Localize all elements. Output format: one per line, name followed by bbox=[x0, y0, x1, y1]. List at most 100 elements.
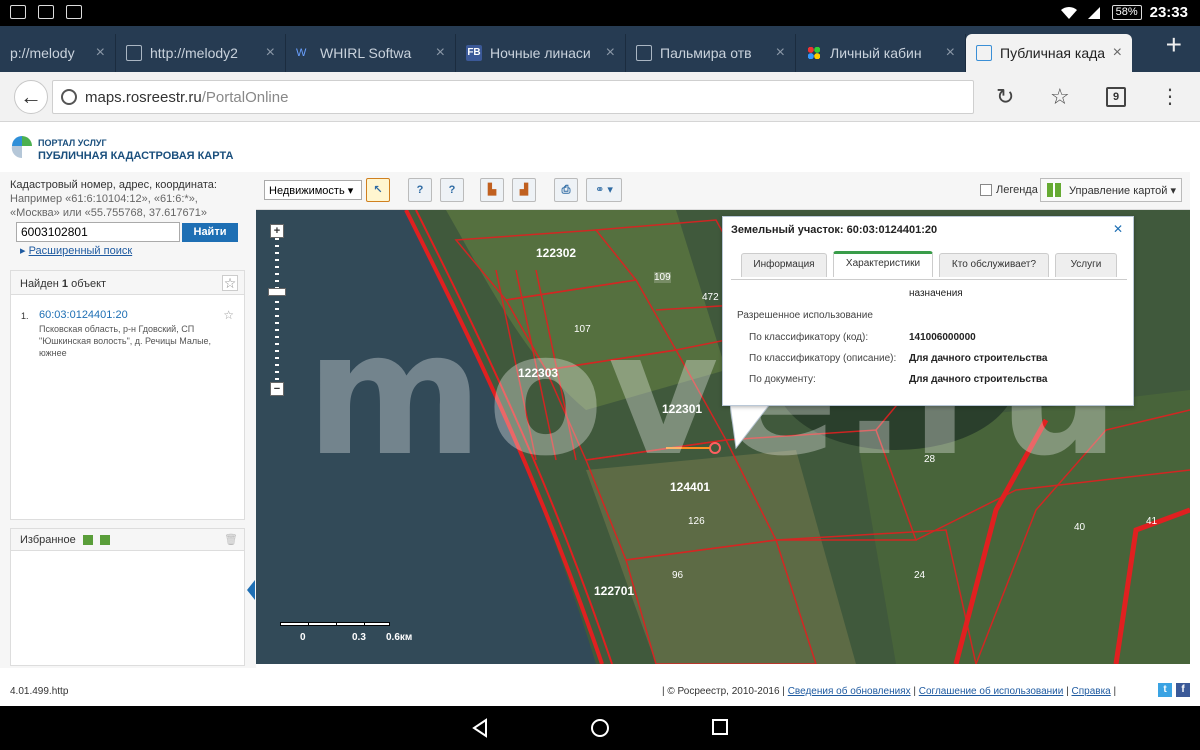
query-tool-icon[interactable]: ? bbox=[440, 178, 464, 202]
parcel-label: 28 bbox=[924, 454, 936, 465]
zoom-in-button[interactable]: + bbox=[270, 224, 284, 238]
browser-tab[interactable]: FB Ночные линаси × bbox=[456, 34, 626, 72]
close-tab-icon[interactable]: × bbox=[946, 44, 955, 62]
parcel-label: 24 bbox=[914, 570, 926, 581]
new-tab-icon[interactable]: + bbox=[1166, 30, 1182, 60]
browser-toolbar: ← maps.rosreestr.ru/PortalOnline ↻ ☆ ⋮ bbox=[0, 72, 1200, 122]
url-text: maps.rosreestr.ru/PortalOnline bbox=[85, 89, 289, 106]
close-tab-icon[interactable]: × bbox=[1113, 44, 1122, 62]
trash-icon[interactable]: 🗑 bbox=[224, 533, 238, 546]
favorites-header: Избранное bbox=[11, 529, 244, 551]
tab-who-serves[interactable]: Кто обслуживает? bbox=[939, 253, 1049, 277]
parcel-label: 122701 bbox=[594, 584, 635, 598]
close-icon[interactable]: ✕ bbox=[1111, 223, 1125, 237]
info-tool-icon[interactable]: ? bbox=[408, 178, 432, 202]
zoom-control: + − bbox=[268, 224, 286, 396]
search-input[interactable] bbox=[16, 222, 180, 242]
close-tab-icon[interactable]: × bbox=[606, 44, 615, 62]
map-management-button[interactable]: Управление картой ▾ bbox=[1040, 178, 1182, 202]
browser-tab[interactable]: Пальмира отв × bbox=[626, 34, 796, 72]
version-text: 4.01.499.http bbox=[10, 686, 69, 697]
popup-characteristics-body: назначения Разрешенное использование По … bbox=[731, 279, 1127, 403]
result-star-icon[interactable]: ☆ bbox=[223, 309, 234, 321]
legend-checkbox[interactable] bbox=[980, 184, 992, 196]
parcel-info-popup: Земельный участок: 60:03:0124401:20 ✕ Ин… bbox=[722, 216, 1134, 406]
left-panel: Кадастровый номер, адрес, координата: На… bbox=[0, 172, 256, 668]
zoom-track[interactable] bbox=[275, 238, 279, 382]
parcel-label: 124401 bbox=[670, 480, 711, 494]
parcel-label: 472 bbox=[702, 292, 719, 303]
zoom-out-button[interactable]: − bbox=[270, 382, 284, 396]
updates-link[interactable]: Сведения об обновлениях bbox=[788, 686, 911, 697]
parcel-label: 122302 bbox=[536, 246, 577, 260]
parcel-label: 109 bbox=[654, 272, 671, 283]
globe-icon bbox=[61, 89, 77, 105]
result-address: Псковская область, р-н Гдовский, СП "Юшк… bbox=[39, 324, 212, 358]
parcel-label: 126 bbox=[688, 516, 705, 527]
map-toolbar: Недвижимость ▾ ↖ ? ? ▙ ▟ ⎙ ⚭ ▾ Легенда У… bbox=[256, 172, 1190, 210]
nav-back-icon[interactable] bbox=[470, 718, 490, 738]
nav-recents-icon[interactable] bbox=[711, 718, 729, 736]
close-tab-icon[interactable]: × bbox=[776, 44, 785, 62]
clipboard-icon bbox=[66, 5, 82, 19]
find-button[interactable]: Найти bbox=[182, 223, 238, 242]
portal-subtitle: ПОРТАЛ УСЛУГ bbox=[38, 138, 107, 148]
page-icon bbox=[636, 45, 652, 61]
twitter-icon[interactable]: t bbox=[1158, 683, 1172, 697]
fb-icon: FB bbox=[466, 45, 482, 61]
search-example: «Москва» или «55.755768, 37.617671» bbox=[10, 207, 207, 219]
area-tool-icon[interactable]: ▟ bbox=[512, 178, 536, 202]
address-bar[interactable]: maps.rosreestr.ru/PortalOnline bbox=[52, 80, 974, 114]
popup-pointer bbox=[730, 404, 770, 450]
browser-tab[interactable]: W WHIRL Softwa × bbox=[286, 34, 456, 72]
search-section: Кадастровый номер, адрес, координата: На… bbox=[10, 172, 245, 267]
collapse-panel-arrow[interactable] bbox=[247, 580, 255, 600]
close-tab-icon[interactable]: × bbox=[96, 44, 105, 62]
advanced-search-link[interactable]: ▸ Расширенный поиск bbox=[20, 244, 132, 257]
identify-tool-icon[interactable]: ↖ bbox=[366, 178, 390, 202]
favorite-star-icon[interactable]: ☆ bbox=[222, 275, 238, 291]
parcel-label: 122303 bbox=[518, 366, 559, 380]
excel-icon[interactable] bbox=[99, 535, 110, 546]
terms-link[interactable]: Соглашение об использовании bbox=[919, 686, 1064, 697]
clock: 23:33 bbox=[1149, 4, 1188, 21]
measure-tool-icon[interactable]: ▙ bbox=[480, 178, 504, 202]
portal-title: ПУБЛИЧНАЯ КАДАСТРОВАЯ КАРТА bbox=[38, 150, 234, 162]
status-bar: 58% 23:33 bbox=[0, 0, 1200, 26]
zoom-handle[interactable] bbox=[268, 288, 286, 296]
browser-tab[interactable]: p://melody × bbox=[0, 34, 116, 72]
mail-icon bbox=[38, 5, 54, 19]
grid-icon bbox=[1047, 183, 1061, 197]
tab-characteristics[interactable]: Характеристики bbox=[833, 251, 933, 277]
parcel-label: 41 bbox=[1146, 516, 1158, 527]
bookmark-star-icon[interactable]: ☆ bbox=[1050, 84, 1070, 110]
footer-links: | © Росреестр, 2010-2016 | Сведения об о… bbox=[662, 686, 1117, 697]
parcel-label: 96 bbox=[672, 570, 684, 581]
search-example: Например «61:6:10104:12», «61:6:*», bbox=[10, 193, 198, 205]
popup-tabs: Информация Характеристики Кто обслуживае… bbox=[735, 251, 1125, 277]
reload-icon[interactable]: ↻ bbox=[996, 84, 1014, 110]
link-icon[interactable]: ⚭ ▾ bbox=[586, 178, 622, 202]
menu-icon[interactable]: ⋮ bbox=[1160, 84, 1180, 109]
tab-services[interactable]: Услуги bbox=[1055, 253, 1117, 277]
nav-home-icon[interactable] bbox=[590, 718, 610, 738]
export-icon[interactable] bbox=[82, 535, 93, 546]
close-tab-icon[interactable]: × bbox=[266, 44, 275, 62]
whirl-icon: W bbox=[296, 47, 307, 59]
result-link[interactable]: 60:03:0124401:20 bbox=[27, 309, 232, 321]
help-link[interactable]: Справка bbox=[1072, 686, 1111, 697]
browser-tab-active[interactable]: Публичная када × bbox=[966, 34, 1132, 72]
browser-tab[interactable]: Личный кабин × bbox=[796, 34, 966, 72]
search-hint: Кадастровый номер, адрес, координата: bbox=[10, 179, 217, 191]
print-icon[interactable]: ⎙ bbox=[554, 178, 578, 202]
facebook-icon[interactable]: f bbox=[1176, 683, 1190, 697]
rosreestr-icon bbox=[976, 45, 992, 61]
cabinet-icon bbox=[806, 45, 822, 61]
android-nav-bar bbox=[0, 706, 1200, 750]
tab-information[interactable]: Информация bbox=[741, 253, 827, 277]
layer-select[interactable]: Недвижимость ▾ bbox=[264, 180, 362, 200]
browser-tab[interactable]: http://melody2 × bbox=[116, 34, 286, 72]
back-button[interactable]: ← bbox=[14, 80, 48, 114]
tab-switcher-button[interactable]: 9 bbox=[1106, 87, 1126, 107]
close-tab-icon[interactable]: × bbox=[436, 44, 445, 62]
